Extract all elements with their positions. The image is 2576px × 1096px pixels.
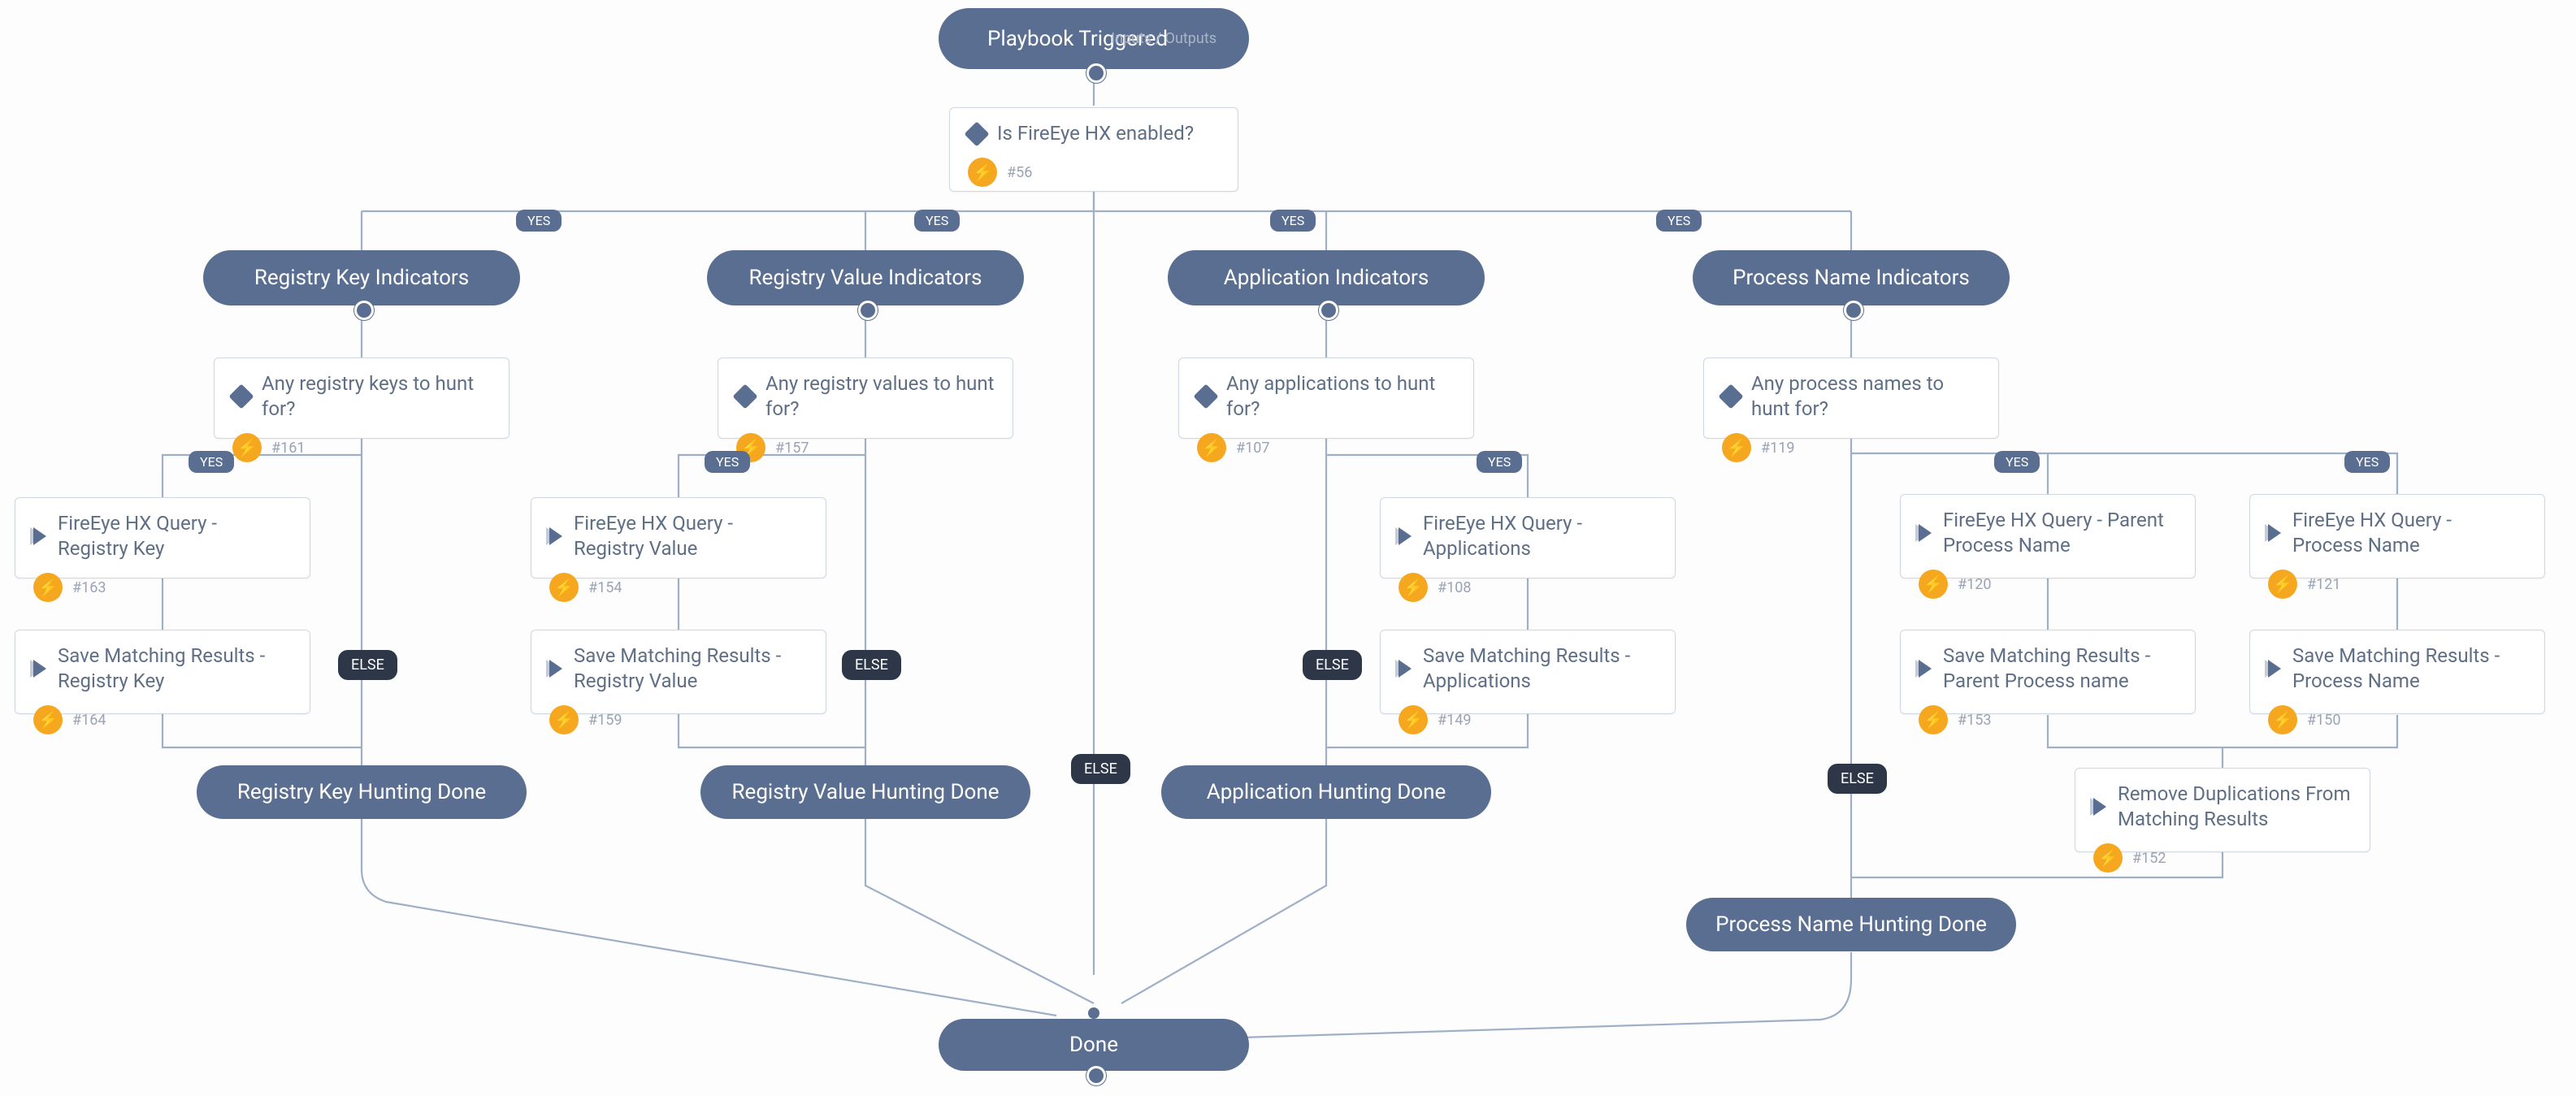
inputs-outputs-link[interactable]: Inputs / Outputs [1111,30,1216,47]
cond-regkey[interactable]: Any registry keys to hunt for? #161 [214,357,510,439]
diamond-icon [732,384,757,409]
chevron-icon [33,660,46,678]
yes-label: YES [1270,210,1316,232]
save-regkey[interactable]: Save Matching Results - Registry Key #16… [15,630,310,714]
bolt-icon [33,705,63,734]
bolt-icon [1399,705,1428,734]
bolt-icon [1197,433,1226,462]
else-label: ELSE [338,650,397,680]
query-regkey[interactable]: FireEye HX Query - Registry Key #163 [15,497,310,578]
bolt-icon [2268,570,2297,599]
bolt-icon [1919,570,1948,599]
chevron-icon [549,527,562,545]
diamond-icon [1193,384,1218,409]
cond-app[interactable]: Any applications to hunt for? #107 [1178,357,1474,439]
done-regval[interactable]: Registry Value Hunting Done [700,765,1030,819]
done-regkey[interactable]: Registry Key Hunting Done [197,765,527,819]
yes-label: YES [1994,451,2040,473]
card-id: #56 [1007,164,1032,181]
section-regval[interactable]: Registry Value Indicators [707,250,1024,305]
chevron-icon [1919,524,1932,542]
bolt-icon [1399,573,1428,602]
save-proc-parent[interactable]: Save Matching Results - Parent Process n… [1900,630,2196,714]
else-label: ELSE [1071,754,1130,784]
bolt-icon [33,573,63,602]
else-label: ELSE [1828,764,1887,794]
chevron-icon [1919,660,1932,678]
query-proc-parent[interactable]: FireEye HX Query - Parent Process Name #… [1900,494,2196,578]
yes-label: YES [189,451,234,473]
diamond-icon [228,384,254,409]
final-done[interactable]: Done [939,1019,1249,1071]
chevron-icon [2093,798,2106,816]
cond-proc[interactable]: Any process names to hunt for? #119 [1703,357,1999,439]
query-proc-name[interactable]: FireEye HX Query - Process Name #121 [2249,494,2545,578]
else-label: ELSE [1303,650,1362,680]
chevron-icon [1399,527,1412,545]
diamond-icon [964,121,989,146]
chevron-icon [549,660,562,678]
chevron-icon [2268,660,2281,678]
bolt-icon [2268,705,2297,734]
save-app[interactable]: Save Matching Results - Applications #14… [1380,630,1676,714]
done-app[interactable]: Application Hunting Done [1161,765,1491,819]
chevron-icon [2268,524,2281,542]
yes-label: YES [1477,451,1522,473]
section-proc[interactable]: Process Name Indicators [1693,250,2010,305]
bolt-icon [1919,705,1948,734]
yes-label: YES [705,451,750,473]
section-app[interactable]: Application Indicators [1168,250,1485,305]
save-proc-name[interactable]: Save Matching Results - Process Name #15… [2249,630,2545,714]
save-regval[interactable]: Save Matching Results - Registry Value #… [531,630,826,714]
chevron-icon [1399,660,1412,678]
diamond-icon [1718,384,1743,409]
cond-regval[interactable]: Any registry values to hunt for? #157 [718,357,1013,439]
playbook-trigger-node[interactable]: Playbook Triggered Inputs / Outputs [939,8,1249,69]
yes-label: YES [516,210,562,232]
else-label: ELSE [842,650,901,680]
query-regval[interactable]: FireEye HX Query - Registry Value #154 [531,497,826,578]
bolt-icon [2093,843,2123,873]
done-proc[interactable]: Process Name Hunting Done [1686,898,2016,951]
bolt-icon [549,705,579,734]
yes-label: YES [914,210,960,232]
bolt-icon [968,158,997,187]
root-condition-card[interactable]: Is FireEye HX enabled? #56 [949,107,1238,192]
dedup-proc[interactable]: Remove Duplications From Matching Result… [2075,768,2370,852]
bolt-icon [1722,433,1751,462]
yes-label: YES [2344,451,2390,473]
yes-label: YES [1656,210,1702,232]
section-regkey[interactable]: Registry Key Indicators [203,250,520,305]
bolt-icon [549,573,579,602]
chevron-icon [33,527,46,545]
card-title: Is FireEye HX enabled? [997,121,1194,146]
bolt-icon [232,433,262,462]
query-app[interactable]: FireEye HX Query - Applications #108 [1380,497,1676,578]
